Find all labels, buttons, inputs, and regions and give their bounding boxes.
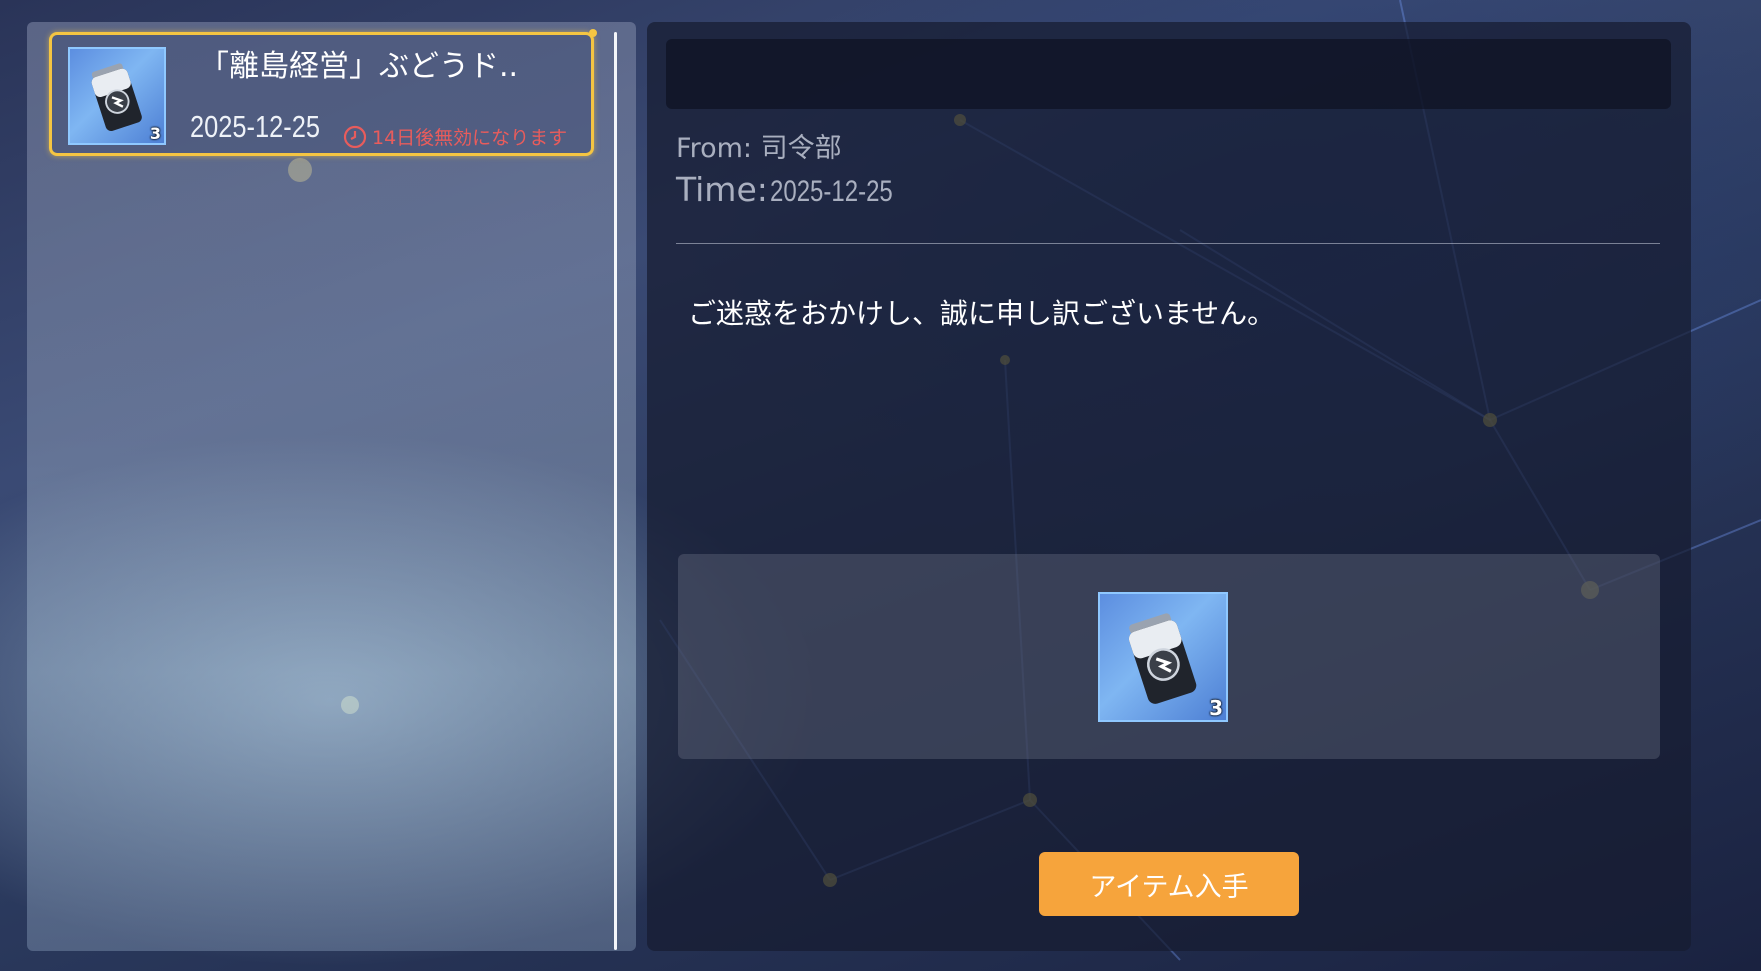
- from-label: From:: [676, 133, 761, 164]
- unread-dot: [589, 29, 597, 37]
- attachment-count: 3: [1209, 696, 1223, 720]
- mail-detail-panel: From: 司令部 Time: 2025-12-25 ご迷惑をおかけし、誠に申し訳…: [647, 22, 1691, 951]
- clock-icon: [343, 125, 367, 148]
- time-label: Time:: [676, 170, 768, 209]
- expire-notice: 14日後無効になります: [342, 123, 567, 150]
- mail-date: 2025-12-25: [190, 109, 321, 144]
- from-value: 司令部: [760, 133, 842, 164]
- claim-items-button[interactable]: アイテム入手: [1039, 852, 1299, 916]
- divider: [676, 243, 1660, 244]
- energy-drink-can-icon: 3: [68, 47, 166, 145]
- expire-text: 14日後無効になります: [372, 127, 568, 149]
- mail-list-panel: [27, 22, 636, 951]
- mail-subject-bar: [666, 39, 1671, 109]
- energy-drink-can-icon[interactable]: 3: [1098, 592, 1228, 722]
- attachment-area: 3: [678, 554, 1660, 759]
- mail-sender: From: 司令部: [676, 126, 842, 165]
- item-count: 3: [149, 124, 161, 143]
- mail-list-scrollbar[interactable]: [614, 32, 617, 950]
- mail-time: Time: 2025-12-25: [676, 170, 923, 209]
- mail-list-item[interactable]: 3 「離島経営」ぶどうド.. 2025-12-25 14日後無効になります: [49, 29, 597, 156]
- time-value: 2025-12-25: [769, 175, 893, 208]
- mail-body: ご迷惑をおかけし、誠に申し訳ございません。: [688, 297, 1276, 330]
- mail-title: 「離島経営」ぶどうド..: [199, 49, 519, 84]
